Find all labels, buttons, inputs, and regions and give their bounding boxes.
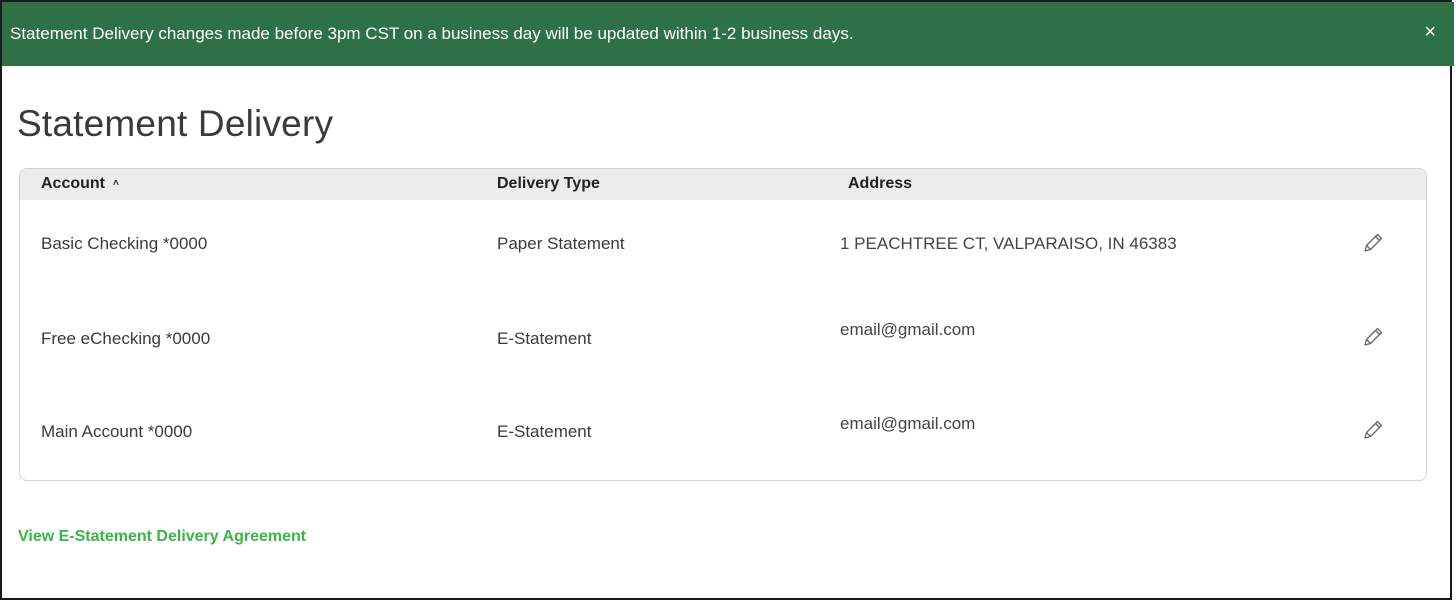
table-row: Main Account *0000 E-Statement email@gma… — [20, 388, 1426, 480]
delivery-address: 1 PEACHTREE CT, VALPARAISO, IN 46383 — [840, 234, 1177, 253]
column-header-delivery-type[interactable]: Delivery Type — [497, 175, 600, 193]
sort-ascending-icon[interactable]: ˄ — [113, 178, 119, 189]
pencil-icon[interactable] — [1361, 325, 1385, 349]
e-statement-agreement-link[interactable]: View E-Statement Delivery Agreement — [18, 528, 306, 546]
close-icon[interactable]: × — [1424, 22, 1436, 42]
page-title: Statement Delivery — [17, 103, 334, 144]
delivery-address: email@gmail.com — [840, 414, 976, 433]
account-name: Main Account *0000 — [41, 422, 193, 441]
delivery-type: E-Statement — [497, 329, 592, 348]
table-header: Account ˄ Delivery Type Address — [20, 169, 1426, 200]
notification-banner: Statement Delivery changes made before 3… — [2, 2, 1454, 66]
column-header-address[interactable]: Address — [848, 175, 912, 193]
pencil-icon[interactable] — [1361, 231, 1385, 255]
delivery-type: Paper Statement — [497, 234, 625, 253]
column-header-account[interactable]: Account ˄ — [41, 175, 119, 193]
pencil-icon[interactable] — [1361, 418, 1385, 442]
table-row: Free eChecking *0000 E-Statement email@g… — [20, 294, 1426, 388]
table-row: Basic Checking *0000 Paper Statement 1 P… — [20, 200, 1426, 294]
delivery-address: email@gmail.com — [840, 320, 976, 339]
delivery-type: E-Statement — [497, 422, 592, 441]
statement-delivery-table: Account ˄ Delivery Type Address Basic Che… — [19, 168, 1427, 481]
banner-message: Statement Delivery changes made before 3… — [10, 24, 854, 43]
account-name: Basic Checking *0000 — [41, 234, 208, 253]
account-name: Free eChecking *0000 — [41, 329, 211, 348]
